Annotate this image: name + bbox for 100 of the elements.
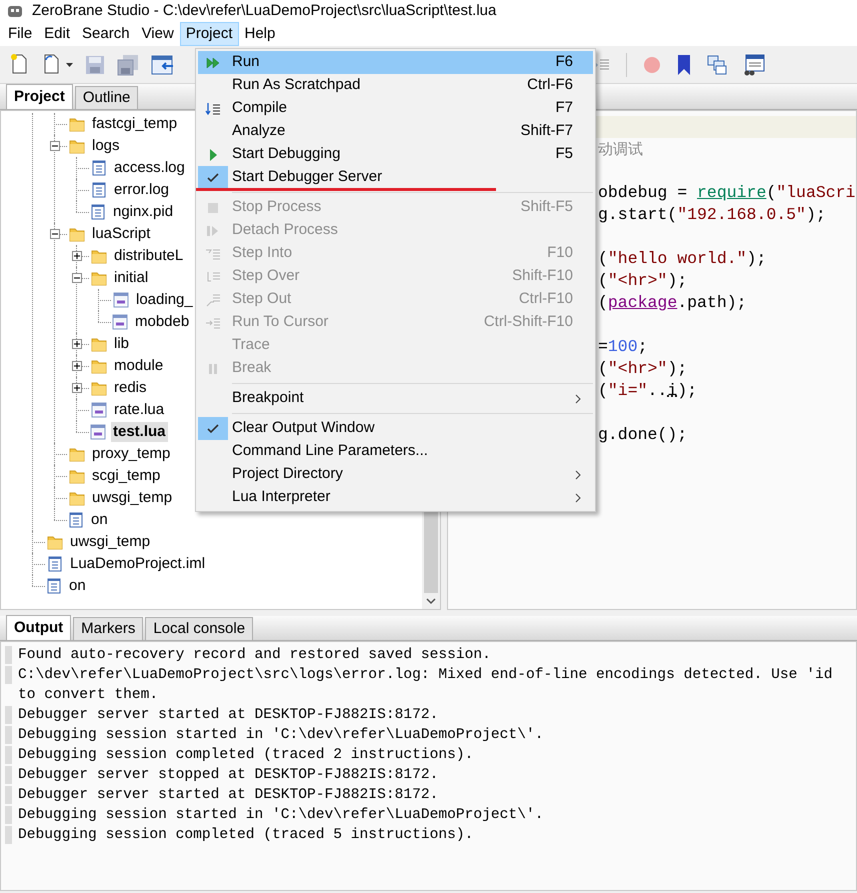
folder-icon	[69, 226, 85, 242]
collapse-icon[interactable]	[50, 141, 60, 151]
folder-icon	[69, 116, 85, 132]
menu-bar-item[interactable]: Edit	[38, 22, 76, 46]
compile-icon	[205, 100, 221, 116]
tree-item[interactable]: LuaDemoProject.iml	[68, 554, 208, 574]
message-marker	[5, 726, 12, 744]
tree-item[interactable]: on	[67, 576, 88, 596]
folder-icon	[91, 336, 107, 352]
message-marker	[5, 766, 12, 784]
message-marker	[5, 746, 12, 764]
folder-icon	[91, 380, 107, 396]
panel-tab[interactable]: Local console	[145, 617, 254, 640]
tree-item[interactable]: module	[112, 356, 166, 376]
expand-icon[interactable]	[72, 339, 82, 349]
script-file-icon	[91, 402, 107, 418]
tree-item[interactable]: nginx.pid	[111, 202, 176, 222]
tree-item[interactable]: distributeL	[112, 246, 186, 266]
tree-item[interactable]: mobdeb	[133, 312, 192, 332]
output-line: C:\dev\refer\LuaDemoProject\src\logs\error.log: Mixed end-of-line encodings detected. Use 'id	[18, 666, 832, 685]
bookmark-icon[interactable]	[677, 54, 691, 74]
menu-bar-item[interactable]: File	[2, 22, 38, 46]
expand-icon[interactable]	[72, 383, 82, 393]
save-icon[interactable]	[85, 54, 105, 74]
expand-icon[interactable]	[72, 251, 82, 261]
step-out-icon	[205, 292, 221, 308]
code-line: ("i="..i);	[598, 380, 698, 402]
tree-item[interactable]: logs	[90, 136, 122, 156]
window-title: ZeroBrane Studio - C:\dev\refer\LuaDemoProject\src\luaScript\test.lua	[32, 0, 496, 21]
folder-icon	[69, 468, 85, 484]
shortcut-label: F5	[555, 144, 574, 164]
folder-icon	[91, 358, 107, 374]
caret-icon[interactable]	[66, 62, 73, 66]
tree-item[interactable]: fastcgi_temp	[90, 114, 180, 134]
console-window-icon[interactable]	[743, 54, 765, 76]
tree-item[interactable]: access.log	[112, 158, 187, 178]
tree-item[interactable]: scgi_temp	[90, 466, 162, 486]
panel-tab[interactable]: Output	[6, 615, 72, 640]
tree-item[interactable]: luaScript	[90, 224, 152, 244]
message-marker	[5, 666, 12, 684]
message-marker	[5, 826, 12, 844]
tree-item[interactable]: on	[89, 510, 110, 530]
menu-item[interactable]: Run F6	[198, 51, 593, 74]
save-all-icon[interactable]	[117, 54, 139, 76]
shortcut-label: F10	[547, 243, 574, 264]
tree-item[interactable]: loading_	[134, 290, 195, 310]
output-line: Found auto-recovery record and restored saved session.	[18, 646, 491, 665]
code-line: 动调试	[598, 139, 644, 160]
menu-bar-item[interactable]: View	[136, 22, 180, 46]
tree-item[interactable]: rate.lua	[112, 400, 166, 420]
menu-bar-item[interactable]: Search	[76, 22, 136, 46]
collapse-icon[interactable]	[72, 273, 82, 283]
tree-item[interactable]: test.lua	[111, 422, 168, 442]
message-marker	[5, 706, 12, 724]
output-line: Debugging session completed (traced 2 instructions).	[18, 746, 474, 765]
code-line: g.start("192.168.0.5");	[598, 204, 827, 226]
script-file-icon	[113, 292, 129, 308]
output-line: Debugging session started in 'C:\dev\refer\LuaDemoProject\'.	[18, 726, 544, 745]
output-line: Debugging session started in 'C:\dev\refer\LuaDemoProject\'.	[18, 806, 544, 825]
menu-bar-item[interactable]: Project	[180, 22, 238, 46]
tree-item[interactable]: redis	[112, 378, 149, 398]
folder-icon	[69, 138, 85, 154]
message-marker	[5, 786, 12, 804]
document-icon	[68, 512, 84, 528]
tree-item[interactable]: uwsgi_temp	[90, 488, 174, 508]
panel-tab[interactable]: Project	[6, 84, 73, 109]
expand-icon[interactable]	[72, 361, 82, 371]
code-line: g.done();	[598, 424, 688, 446]
tree-item[interactable]: initial	[112, 268, 150, 288]
tree-item[interactable]: proxy_temp	[90, 444, 172, 464]
code-line: obdebug = require("luaScri	[598, 182, 856, 204]
collapse-icon[interactable]	[50, 229, 60, 239]
menu-bar-item[interactable]: Help	[238, 22, 282, 46]
run-icon	[205, 54, 221, 70]
message-marker	[5, 646, 12, 664]
code-line: ("hello world.");	[598, 248, 768, 270]
panel-tab[interactable]: Markers	[73, 617, 144, 640]
document-icon	[47, 556, 63, 572]
shortcut-label: Ctrl-F10	[518, 289, 574, 310]
tree-item[interactable]: uwsgi_temp	[68, 532, 152, 552]
document-icon	[90, 204, 106, 220]
folder-icon	[91, 270, 107, 286]
folder-icon	[69, 490, 85, 506]
shortcut-label: Ctrl-Shift-F10	[484, 312, 574, 332]
script-file-icon	[90, 424, 106, 440]
tree-item[interactable]: error.log	[112, 180, 172, 200]
output-line: Debugging session completed (traced 5 instructions).	[18, 826, 474, 845]
output-line: Debugger server started at DESKTOP-FJ882IS:8172.	[18, 786, 438, 805]
app-icon	[6, 3, 24, 19]
menu-item[interactable]: Run As Scratchpad Ctrl-F6	[198, 74, 593, 97]
document-icon	[91, 182, 107, 198]
code-line: =100;	[598, 336, 649, 358]
tree-item[interactable]: lib	[112, 334, 132, 354]
document-icon	[91, 160, 107, 176]
code-line: (package.path);	[598, 292, 748, 314]
panel-tab[interactable]: Outline	[74, 86, 138, 109]
windows-icon[interactable]	[707, 54, 727, 74]
code-line: ("<hr>");	[598, 270, 688, 292]
shortcut-label: Shift-F7	[520, 121, 574, 142]
message-marker	[5, 806, 12, 824]
